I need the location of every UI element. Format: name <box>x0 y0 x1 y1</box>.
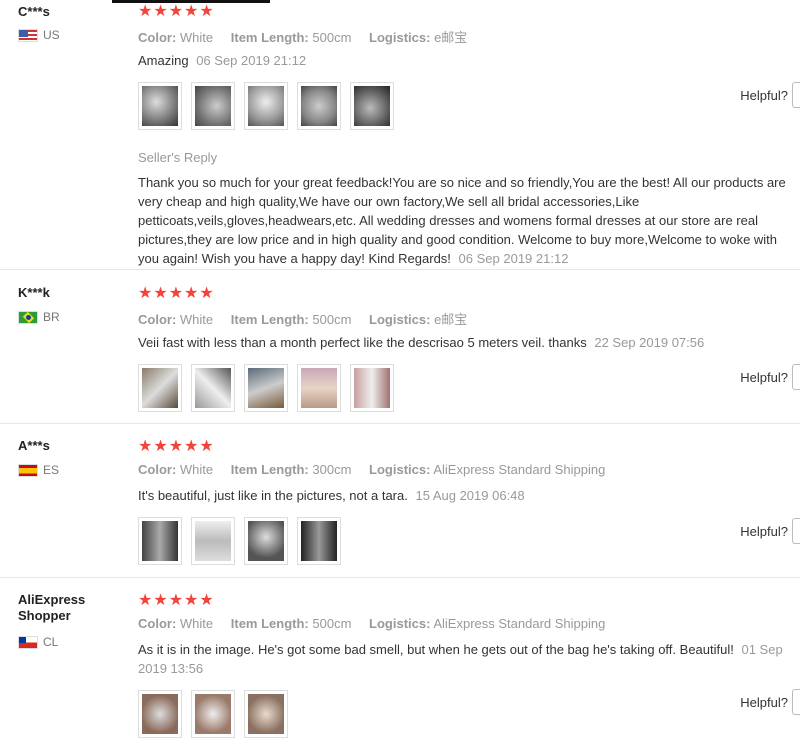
reviewer-name: AliExpress Shopper <box>18 592 86 623</box>
review-photo-thumb[interactable] <box>244 517 288 565</box>
review-photo-thumb[interactable] <box>138 517 182 565</box>
reviewer-name: A***s <box>18 438 50 453</box>
review-photos <box>138 690 800 738</box>
review-photo-thumb[interactable] <box>297 517 341 565</box>
seller-reply-heading: Seller's Reply <box>138 150 218 165</box>
star-rating: ★★★★★ <box>138 438 215 455</box>
star-rating: ★★★★★ <box>138 3 215 20</box>
country-code: BR <box>43 310 60 324</box>
helpful-button[interactable] <box>792 518 800 544</box>
star-rating: ★★★★★ <box>138 285 215 302</box>
product-attributes: Color: White Item Length: 500cm Logistic… <box>138 30 468 45</box>
product-attributes: Color: White Item Length: 300cm Logistic… <box>138 462 606 477</box>
review-photo-thumb[interactable] <box>350 82 394 130</box>
br-flag-icon <box>18 310 38 324</box>
review-photo-thumb[interactable] <box>138 82 182 130</box>
product-attributes: Color: White Item Length: 500cm Logistic… <box>138 312 468 327</box>
reviewer-country: CL <box>18 635 58 649</box>
review-photos <box>138 364 800 412</box>
helpful-button[interactable] <box>792 82 800 108</box>
review-photo-thumb[interactable] <box>138 364 182 412</box>
review-photo-thumb[interactable] <box>244 364 288 412</box>
helpful-button[interactable] <box>792 364 800 390</box>
country-code: US <box>43 28 60 42</box>
review-photo-thumb[interactable] <box>138 690 182 738</box>
reviewer-name: C***s <box>18 4 50 19</box>
reviewer-country: ES <box>18 463 59 477</box>
product-attributes: Color: White Item Length: 500cm Logistic… <box>138 616 606 631</box>
review-text: As it is in the image. He's got some bad… <box>138 642 783 676</box>
review-photo-thumb[interactable] <box>191 517 235 565</box>
review-item: C***s US ★★★★★ Color: White Item Length:… <box>0 0 800 270</box>
us-flag-icon <box>18 28 38 42</box>
cl-flag-icon <box>18 635 38 649</box>
review-photo-thumb[interactable] <box>191 364 235 412</box>
review-item: K***k BR ★★★★★ Color: White Item Length:… <box>0 270 800 424</box>
review-photos <box>138 82 800 130</box>
review-photo-thumb[interactable] <box>191 690 235 738</box>
seller-reply-text: Thank you so much for your great feedbac… <box>138 175 786 266</box>
review-item: AliExpress Shopper CL ★★★★★ Color: White… <box>0 578 800 744</box>
reviewer-country: US <box>18 28 60 42</box>
country-code: CL <box>43 635 59 649</box>
helpful-button[interactable] <box>792 689 800 715</box>
helpful-label: Helpful? <box>740 370 788 385</box>
review-photos <box>138 517 800 565</box>
helpful-label: Helpful? <box>740 524 788 539</box>
helpful-label: Helpful? <box>740 695 788 710</box>
review-photo-thumb[interactable] <box>244 690 288 738</box>
country-code: ES <box>43 463 60 477</box>
review-text: Veii fast with less than a month perfect… <box>138 335 705 350</box>
review-photo-thumb[interactable] <box>297 82 341 130</box>
reviewer-country: BR <box>18 310 60 324</box>
review-photo-thumb[interactable] <box>244 82 288 130</box>
reviewer-name: K***k <box>18 285 50 300</box>
review-photo-thumb[interactable] <box>191 82 235 130</box>
review-item: A***s ES ★★★★★ Color: White Item Length:… <box>0 424 800 578</box>
review-text: It's beautiful, just like in the picture… <box>138 488 525 503</box>
review-photo-thumb[interactable] <box>350 364 394 412</box>
review-photo-thumb[interactable] <box>297 364 341 412</box>
es-flag-icon <box>18 463 38 477</box>
review-text: Amazing 06 Sep 2019 21:12 <box>138 53 307 68</box>
helpful-label: Helpful? <box>740 88 788 103</box>
star-rating: ★★★★★ <box>138 592 215 609</box>
